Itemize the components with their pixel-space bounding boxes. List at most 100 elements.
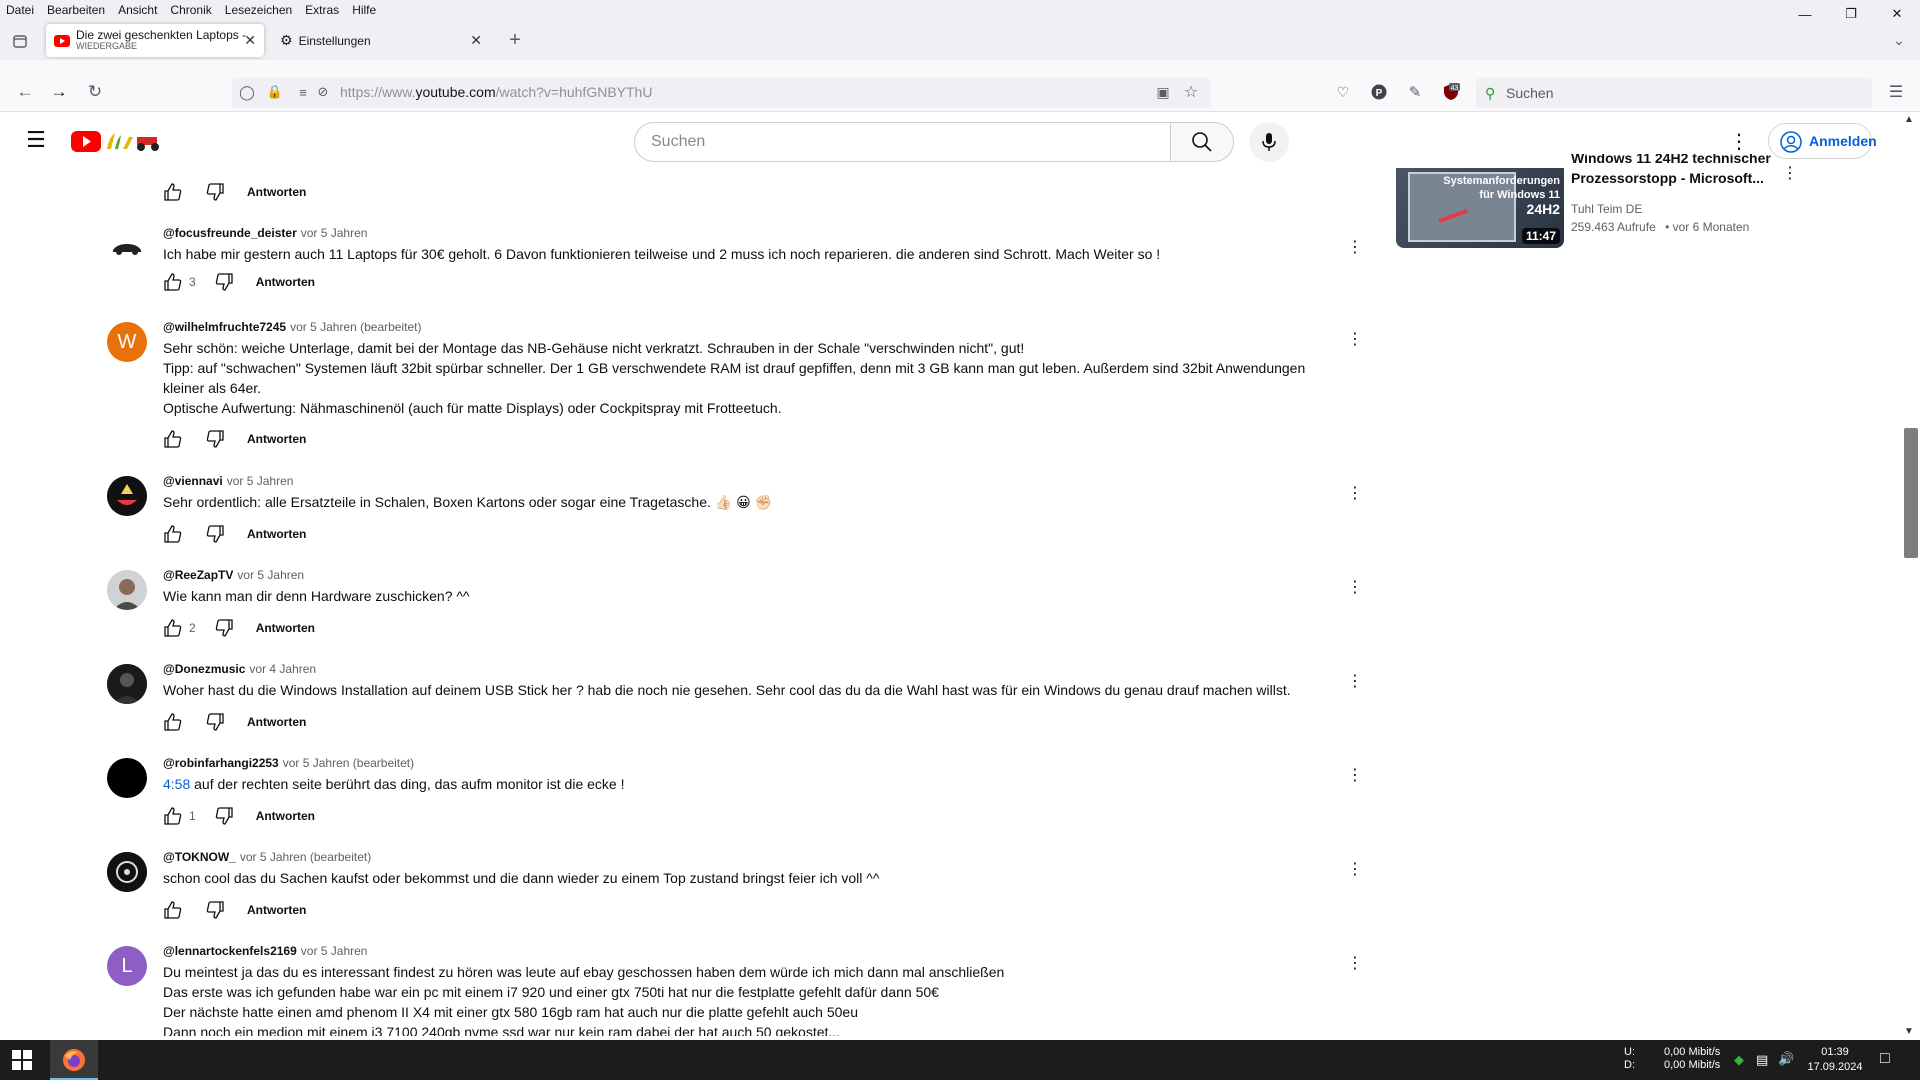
comment-menu-icon[interactable]: ⋮: [1343, 327, 1367, 351]
menu-datei[interactable]: Datei: [6, 3, 34, 17]
dislike-button[interactable]: [205, 712, 225, 732]
comment-time[interactable]: vor 5 Jahren: [301, 944, 368, 958]
like-button[interactable]: [163, 618, 183, 638]
reload-button[interactable]: ↻: [82, 79, 108, 105]
reply-button[interactable]: Antworten: [247, 903, 306, 917]
menu-bearbeiten[interactable]: Bearbeiten: [47, 3, 105, 17]
voice-search-button[interactable]: [1249, 122, 1289, 162]
comment-time[interactable]: vor 5 Jahren: [237, 568, 304, 582]
comment-menu-icon[interactable]: ⋮: [1343, 575, 1367, 599]
dislike-button[interactable]: [214, 272, 234, 292]
reply-button[interactable]: Antworten: [256, 621, 315, 635]
comment-author[interactable]: @ReeZapTV: [163, 568, 233, 582]
security-shield-icon[interactable]: ◆: [1734, 1052, 1744, 1068]
reply-button[interactable]: Antworten: [247, 715, 306, 729]
like-button[interactable]: [163, 272, 183, 292]
comment-menu-icon[interactable]: ⋮: [1343, 857, 1367, 881]
youtube-search-button[interactable]: [1170, 122, 1234, 162]
windows-start-icon[interactable]: [12, 1050, 32, 1073]
scroll-up-icon[interactable]: ▲: [1904, 114, 1914, 125]
dislike-button[interactable]: [214, 806, 234, 826]
reader-view-icon[interactable]: ▣: [1150, 79, 1176, 105]
avatar[interactable]: [107, 664, 147, 704]
notification-icon[interactable]: □: [1880, 1050, 1890, 1068]
tab-settings[interactable]: ⚙ Einstellungen ✕: [272, 24, 490, 57]
menu-chronik[interactable]: Chronik: [170, 3, 211, 17]
bookmark-star-icon[interactable]: ☆: [1178, 79, 1204, 105]
back-button[interactable]: ←: [12, 79, 38, 105]
like-button[interactable]: [163, 806, 183, 826]
comment-time[interactable]: vor 5 Jahren (bearbeitet): [283, 756, 414, 770]
comment-author[interactable]: @Donezmusic: [163, 662, 245, 676]
url-text[interactable]: https://www.youtube.com/watch?v=huhfGNBY…: [340, 84, 652, 100]
reply-button[interactable]: Antworten: [256, 275, 315, 289]
sidebar-video-channel[interactable]: Tuhl Teim DE: [1571, 202, 1642, 216]
comment-time[interactable]: vor 5 Jahren: [227, 474, 294, 488]
like-button[interactable]: [163, 900, 183, 920]
comment-menu-icon[interactable]: ⋮: [1343, 951, 1367, 975]
dislike-button[interactable]: [205, 524, 225, 544]
like-button[interactable]: [163, 429, 183, 449]
comment-menu-icon[interactable]: ⋮: [1343, 669, 1367, 693]
browser-search-field[interactable]: ⚲ Suchen: [1476, 78, 1872, 108]
taskbar-firefox[interactable]: [50, 1040, 98, 1080]
lock-icon[interactable]: 🔒: [262, 79, 288, 105]
comment-author[interactable]: @lennartockenfels2169: [163, 944, 297, 958]
like-button[interactable]: [163, 712, 183, 732]
extensions-puzzle-icon[interactable]: ✎: [1402, 79, 1428, 105]
avatar[interactable]: [107, 852, 147, 892]
new-tab-button[interactable]: +: [502, 27, 528, 53]
menu-ansicht[interactable]: Ansicht: [118, 3, 157, 17]
chevron-down-icon[interactable]: ⌄: [1886, 27, 1912, 53]
avatar[interactable]: [107, 228, 147, 268]
comment-author[interactable]: @wilhelmfruchte7245: [163, 320, 286, 334]
pocket-icon[interactable]: ♡: [1330, 79, 1356, 105]
comment-author[interactable]: @viennavi: [163, 474, 223, 488]
avatar[interactable]: L: [107, 946, 147, 986]
guide-menu-icon[interactable]: ☰: [23, 127, 49, 153]
comment-menu-icon[interactable]: ⋮: [1343, 481, 1367, 505]
like-button[interactable]: [163, 524, 183, 544]
network-icon[interactable]: ▤: [1756, 1052, 1768, 1068]
scroll-down-icon[interactable]: ▼: [1904, 1026, 1914, 1037]
clock[interactable]: 01:39 17.09.2024: [1806, 1045, 1864, 1075]
comment-time[interactable]: vor 5 Jahren (bearbeitet): [290, 320, 421, 334]
menu-lesezeichen[interactable]: Lesezeichen: [225, 3, 292, 17]
reply-button[interactable]: Antworten: [247, 527, 306, 541]
comment-author[interactable]: @focusfreunde_deister: [163, 226, 297, 240]
signin-button[interactable]: Anmelden: [1768, 123, 1877, 159]
video-menu-icon[interactable]: ⋮: [1777, 160, 1803, 186]
avatar[interactable]: W: [107, 322, 147, 362]
app-menu-icon[interactable]: ☰: [1883, 79, 1909, 105]
comment-time[interactable]: vor 5 Jahren (bearbeitet): [240, 850, 371, 864]
volume-icon[interactable]: 🔊: [1778, 1051, 1794, 1067]
dislike-button[interactable]: [205, 182, 225, 202]
tab-youtube[interactable]: Die zwei geschenkten Laptops - WIEDERGAB…: [46, 24, 264, 57]
comment-menu-icon[interactable]: ⋮: [1343, 763, 1367, 787]
shield-icon[interactable]: ◯: [234, 79, 260, 105]
close-tab-icon[interactable]: ✕: [470, 32, 482, 49]
comment-author[interactable]: @robinfarhangi2253: [163, 756, 279, 770]
scrollbar-thumb[interactable]: [1904, 428, 1918, 558]
reply-button[interactable]: Antworten: [256, 809, 315, 823]
comment-menu-icon[interactable]: ⋮: [1343, 235, 1367, 259]
avatar[interactable]: [107, 476, 147, 516]
menu-hilfe[interactable]: Hilfe: [352, 3, 376, 17]
sidebar-video-thumbnail[interactable]: Systemanforderungen für Windows 11 24H2 …: [1396, 168, 1564, 248]
reply-button[interactable]: Antworten: [247, 185, 306, 199]
comment-author[interactable]: @TOKNOW_: [163, 850, 236, 864]
youtube-search-input[interactable]: Suchen: [634, 122, 1172, 162]
forward-button[interactable]: →: [46, 79, 72, 105]
like-button[interactable]: [163, 182, 183, 202]
youtube-logo[interactable]: [71, 129, 171, 158]
close-tab-icon[interactable]: ✕: [244, 32, 256, 49]
autoplay-blocked-icon[interactable]: ⊘: [310, 79, 336, 105]
avatar[interactable]: [107, 570, 147, 610]
sidebar-video-title[interactable]: Windows 11 24H2 technischer Prozessorsto…: [1571, 154, 1771, 194]
extension-p-icon[interactable]: P: [1366, 79, 1392, 105]
dislike-button[interactable]: [214, 618, 234, 638]
comment-time[interactable]: vor 4 Jahren: [249, 662, 316, 676]
reply-button[interactable]: Antworten: [247, 432, 306, 446]
timestamp-link[interactable]: 4:58: [163, 776, 190, 792]
dislike-button[interactable]: [205, 429, 225, 449]
